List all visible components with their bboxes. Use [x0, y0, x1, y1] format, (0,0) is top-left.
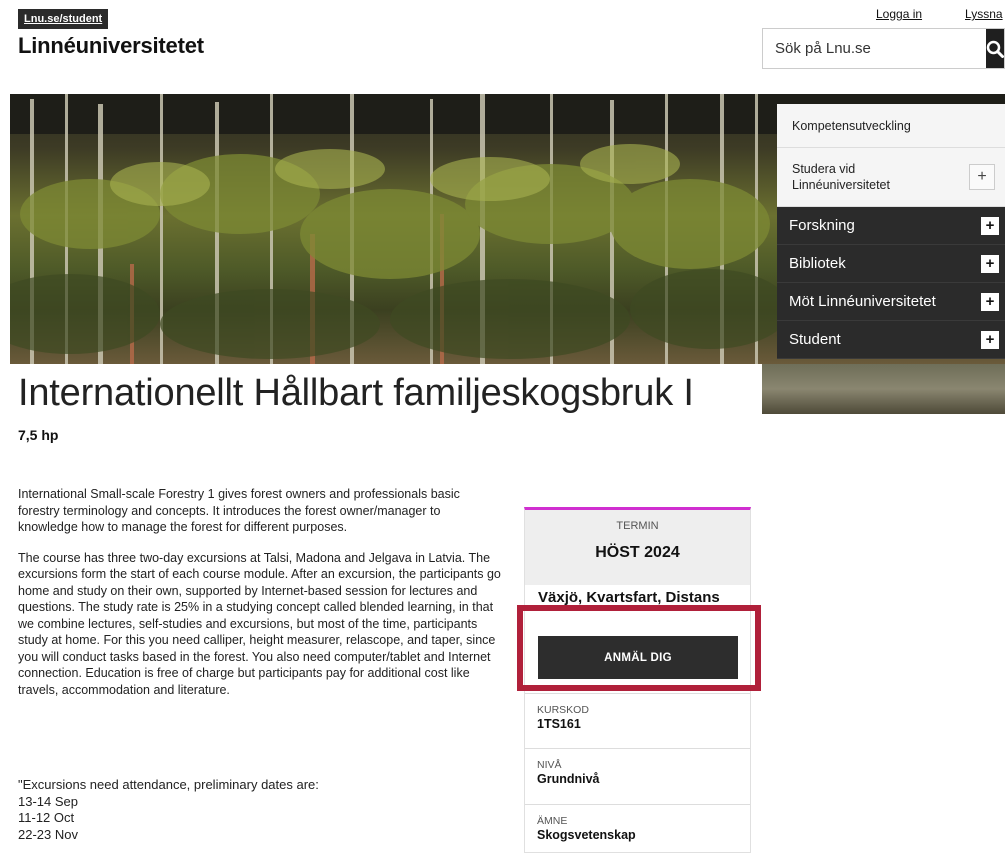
site-logo[interactable]: Linnéuniversitetet: [18, 33, 204, 59]
nav-item-mot-lnu[interactable]: Möt Linnéuniversitetet +: [777, 283, 1005, 321]
excursion-date: 13-14 Sep: [18, 793, 78, 809]
nav-item-label: Studera vid Linnéuniversitetet: [792, 162, 890, 192]
term-value: HÖST 2024: [595, 544, 680, 561]
excursion-intro: "Excursions need attendance, preliminary…: [18, 777, 319, 792]
nav-item-kompetensutveckling[interactable]: Kompetensutveckling: [777, 104, 1005, 148]
nav-item-student[interactable]: Student +: [777, 321, 1005, 359]
fact-value: 1TS161: [537, 717, 581, 731]
description-paragraph: International Small-scale Forestry 1 giv…: [18, 487, 460, 534]
description-paragraph: The course has three two-day excursions …: [18, 550, 501, 697]
search-input[interactable]: [763, 29, 986, 68]
term-label: TERMIN: [616, 520, 659, 532]
login-link[interactable]: Logga in: [876, 7, 922, 21]
fact-subject: ÄMNE Skogsvetenskap: [525, 804, 750, 856]
nav-item-label: Kompetensutveckling: [792, 118, 911, 133]
listen-link[interactable]: Lyssna: [965, 7, 1003, 21]
breadcrumb-link[interactable]: Lnu.se/student: [18, 9, 109, 29]
search-icon: [986, 40, 1004, 58]
nav-item-label: Bibliotek: [789, 255, 846, 272]
nav-item-label: Möt Linnéuniversitetet: [789, 293, 936, 310]
highlight-box: [517, 605, 761, 691]
expand-icon[interactable]: +: [969, 164, 995, 190]
search-button[interactable]: [986, 29, 1004, 68]
fact-value: Grundnivå: [537, 772, 600, 786]
excursion-date: 22-23 Nov: [18, 826, 78, 842]
fact-label: KURSKOD: [537, 704, 589, 716]
excursion-dates: "Excursions need attendance, preliminary…: [18, 777, 319, 843]
nav-item-studera[interactable]: Studera vid Linnéuniversitetet +: [777, 148, 1005, 207]
nav-item-bibliotek[interactable]: Bibliotek +: [777, 245, 1005, 283]
fact-label: ÄMNE: [537, 815, 568, 827]
fact-course-code: KURSKOD 1TS161: [525, 693, 750, 748]
expand-icon[interactable]: +: [981, 216, 999, 235]
nav-item-forskning[interactable]: Forskning +: [777, 207, 1005, 245]
fact-label: NIVÅ: [537, 759, 562, 771]
location-text: Växjö, Kvartsfart, Distans: [538, 589, 720, 606]
fact-level: NIVÅ Grundnivå: [525, 748, 750, 804]
expand-icon[interactable]: +: [981, 292, 999, 311]
fact-value: Skogsvetenskap: [537, 828, 636, 842]
nav-item-label: Forskning: [789, 217, 855, 234]
excursion-date: 11-12 Oct: [18, 810, 75, 825]
main-navigation: Kompetensutveckling Studera vid Linnéuni…: [777, 104, 1005, 359]
page-title: Internationellt Hållbart familjeskogsbru…: [18, 372, 694, 414]
expand-icon[interactable]: +: [981, 330, 999, 349]
course-description: International Small-scale Forestry 1 giv…: [18, 486, 502, 712]
term-section: TERMIN HÖST 2024: [525, 510, 750, 585]
search-bar: [762, 28, 1005, 69]
hero-image-edge: [762, 364, 1005, 414]
expand-icon[interactable]: +: [981, 254, 999, 273]
course-credits: 7,5 hp: [18, 427, 59, 443]
nav-item-label: Student: [789, 331, 841, 348]
